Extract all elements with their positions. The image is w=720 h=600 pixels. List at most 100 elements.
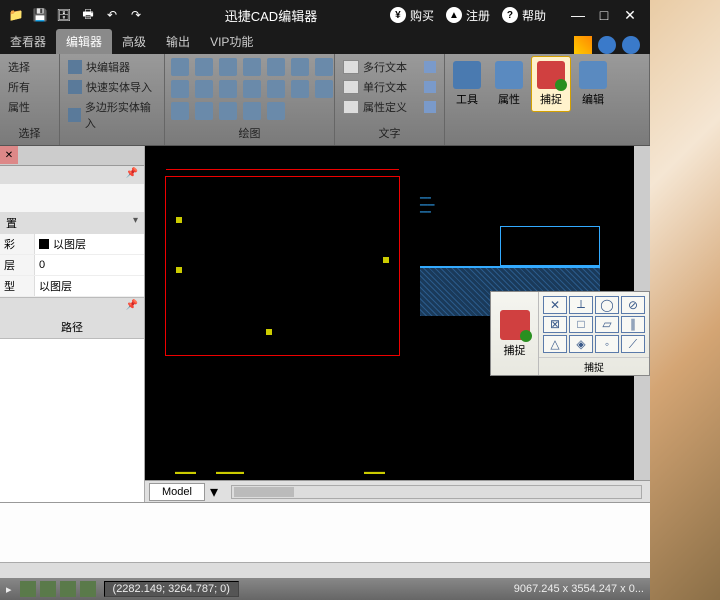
spline-tool-icon[interactable]: [219, 80, 237, 98]
snap-nearest-icon[interactable]: ◦: [595, 335, 619, 353]
tab-output[interactable]: 输出: [156, 29, 200, 54]
singleline-text-button[interactable]: 单行文本: [341, 78, 438, 96]
ribbon: 选择 所有 属性 选择 块编辑器 快速实体导入 多边形实体输入: [0, 54, 650, 146]
snap-parallel-icon[interactable]: ∥: [621, 316, 645, 334]
properties-panel: ✕ 📌 置 ▾ 彩以图层 层0 型以图层 📌 路径: [0, 146, 145, 502]
register-button[interactable]: ▲注册: [446, 7, 490, 24]
expand-icon[interactable]: [424, 101, 436, 113]
tab-advanced[interactable]: 高级: [112, 29, 156, 54]
maximize-button[interactable]: □: [592, 5, 616, 25]
panel-close-button[interactable]: ✕: [0, 146, 18, 164]
snap-popup: 捕捉 ✕ ⟂ ◯ ⊘ ⊠ □ ▱ ∥ △ ◈ ◦ ⟋ 捕捉: [490, 291, 650, 376]
undo-icon[interactable]: ↶: [104, 7, 120, 23]
edit-icon: [579, 61, 607, 89]
hatch-tool-icon[interactable]: [291, 58, 309, 76]
model-tab[interactable]: Model: [149, 483, 205, 501]
pen-icon[interactable]: [574, 36, 592, 54]
color-swatch: [39, 239, 49, 249]
ray-tool-icon[interactable]: [195, 102, 213, 120]
block-editor-button[interactable]: 块编辑器: [66, 58, 158, 76]
snap-popup-icon: [500, 310, 530, 340]
status-snap-toggle[interactable]: [20, 581, 36, 597]
snap-center-icon[interactable]: ◯: [595, 296, 619, 314]
command-area[interactable]: [0, 502, 650, 562]
import-icon: [68, 80, 82, 94]
save-all-icon[interactable]: 🗄: [56, 7, 72, 23]
buy-button[interactable]: ¥购买: [390, 7, 434, 24]
attr-def-button[interactable]: 属性定义: [341, 98, 438, 116]
status-arrow-icon[interactable]: ▸: [6, 583, 12, 596]
grid-tool-icon[interactable]: [267, 58, 285, 76]
snap-perpendicular-icon[interactable]: ⟂: [569, 296, 593, 314]
horizontal-scrollbar[interactable]: [231, 485, 642, 499]
help-button[interactable]: ?帮助: [502, 7, 546, 24]
titlebar: 📁 💾 🗄 🖶 ↶ ↷ 迅捷CAD编辑器 ¥购买 ▲注册 ?帮助 — □ ✕: [0, 0, 650, 30]
tab-vip[interactable]: VIP功能: [200, 29, 263, 54]
refresh-icon[interactable]: [598, 36, 616, 54]
save-icon[interactable]: 💾: [32, 7, 48, 23]
select-button[interactable]: 选择: [6, 58, 53, 76]
prop-row-layer[interactable]: 层0: [0, 255, 144, 276]
image-tool-icon[interactable]: [267, 102, 285, 120]
select-properties-button[interactable]: 属性: [6, 98, 53, 116]
drawing-mark: [176, 267, 182, 273]
snap-insert-icon[interactable]: ◈: [569, 335, 593, 353]
pin-icon[interactable]: 📌: [126, 300, 138, 314]
status-grid-toggle[interactable]: [40, 581, 56, 597]
snap-node-icon[interactable]: □: [569, 316, 593, 334]
table-tool-icon[interactable]: [291, 80, 309, 98]
snap-popup-footer: 捕捉: [539, 357, 649, 375]
snap-midpoint-icon[interactable]: △: [543, 335, 567, 353]
close-button[interactable]: ✕: [618, 5, 642, 25]
status-polar-toggle[interactable]: [80, 581, 96, 597]
tab-menu-icon[interactable]: ▾: [205, 482, 223, 502]
help-icon[interactable]: [622, 36, 640, 54]
tools-button[interactable]: 工具: [447, 56, 487, 112]
minimize-button[interactable]: —: [566, 5, 590, 25]
snap-extension-icon[interactable]: ⟋: [621, 335, 645, 353]
collapse-icon[interactable]: ▾: [133, 215, 138, 231]
circle-tool-icon[interactable]: [171, 80, 189, 98]
cloud-tool-icon[interactable]: [315, 80, 333, 98]
command-scrollbar[interactable]: [0, 562, 650, 578]
tab-editor[interactable]: 编辑器: [56, 29, 112, 54]
panel-section-label: 置: [6, 215, 17, 231]
point-tool-icon[interactable]: [243, 80, 261, 98]
select-all-button[interactable]: 所有: [6, 78, 53, 96]
snap-tangent-icon[interactable]: ⊘: [621, 296, 645, 314]
rect-tool-icon[interactable]: [219, 58, 237, 76]
polyline-tool-icon[interactable]: [195, 58, 213, 76]
edit-button[interactable]: 编辑: [573, 56, 613, 112]
folder-icon[interactable]: 📁: [8, 7, 24, 23]
arc-tool-icon[interactable]: [243, 58, 261, 76]
prop-row-type[interactable]: 型以图层: [0, 276, 144, 297]
ellipse-tool-icon[interactable]: [195, 80, 213, 98]
expand-icon[interactable]: [424, 61, 436, 73]
quick-import-button[interactable]: 快速实体导入: [66, 78, 158, 96]
print-icon[interactable]: 🖶: [80, 7, 96, 23]
prop-row-color[interactable]: 彩以图层: [0, 234, 144, 255]
wipeout-tool-icon[interactable]: [243, 102, 261, 120]
status-ortho-toggle[interactable]: [60, 581, 76, 597]
region-tool-icon[interactable]: [267, 80, 285, 98]
polygon-input-button[interactable]: 多边形实体输入: [66, 98, 158, 132]
line-tool-icon[interactable]: [171, 58, 189, 76]
redo-icon[interactable]: ↷: [128, 7, 144, 23]
ribbon-group-select-label: 选择: [6, 123, 53, 141]
multiline-text-button[interactable]: 多行文本: [341, 58, 438, 76]
snap-quadrant-icon[interactable]: ▱: [595, 316, 619, 334]
tab-viewer[interactable]: 查看器: [0, 29, 56, 54]
donut-tool-icon[interactable]: [219, 102, 237, 120]
expand-icon[interactable]: [424, 81, 436, 93]
snap-intersection-icon[interactable]: ⊠: [543, 316, 567, 334]
panel-path-label: 路径: [61, 319, 83, 335]
snap-button[interactable]: 捕捉: [531, 56, 571, 112]
app-title: 迅捷CAD编辑器: [152, 6, 390, 25]
ribbon-group-text-label: 文字: [341, 123, 438, 141]
pin-icon[interactable]: 📌: [126, 168, 138, 182]
status-dimensions: 9067.245 x 3554.247 x 0...: [514, 583, 644, 595]
properties-button[interactable]: 属性: [489, 56, 529, 112]
dim-tool-icon[interactable]: [315, 58, 333, 76]
xline-tool-icon[interactable]: [171, 102, 189, 120]
snap-endpoint-icon[interactable]: ✕: [543, 296, 567, 314]
